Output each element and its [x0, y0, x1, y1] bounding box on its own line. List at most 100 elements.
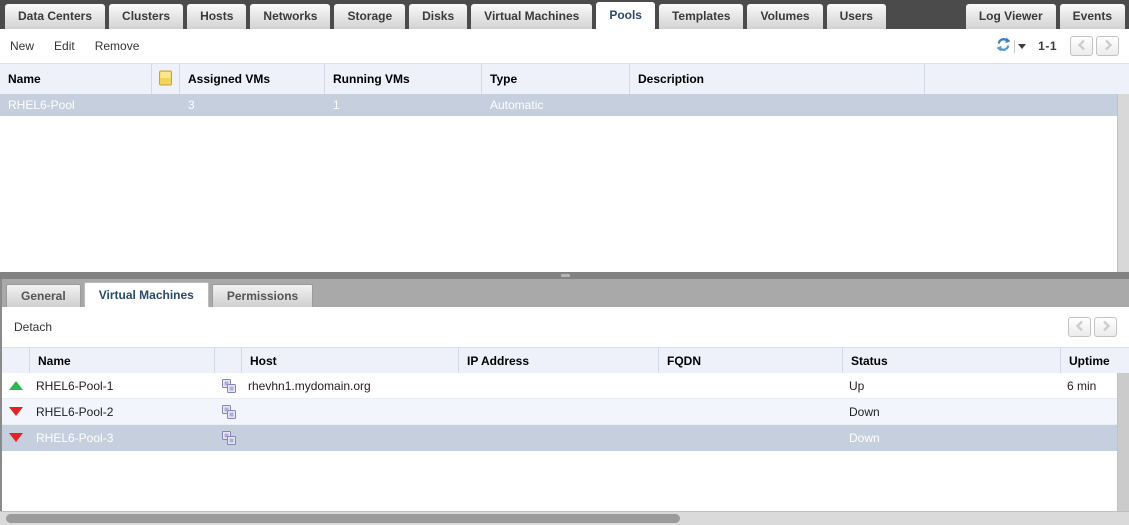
pool-name: RHEL6-Pool: [8, 98, 75, 112]
tab-networks[interactable]: Networks: [250, 4, 331, 29]
chevron-right-icon: [1101, 320, 1111, 335]
chevron-right-icon: [1103, 39, 1113, 54]
vm-fqdn: [659, 373, 843, 398]
main-tab-bar: Data Centers Clusters Hosts Networks Sto…: [0, 0, 1129, 29]
caret-down-icon[interactable]: [1018, 43, 1027, 49]
detail-tab-bar: General Virtual Machines Permissions: [2, 279, 1129, 307]
vm-name: RHEL6-Pool-1: [36, 378, 114, 393]
tab-volumes[interactable]: Volumes: [747, 4, 823, 29]
vm-host: [242, 399, 459, 424]
detach-button[interactable]: Detach: [14, 320, 52, 334]
pools-vertical-scrollbar[interactable]: [1117, 94, 1129, 272]
horizontal-scrollbar-thumb[interactable]: [6, 514, 680, 523]
column-header-host: Host: [242, 348, 459, 373]
detail-tab-general[interactable]: General: [6, 284, 81, 307]
tab-hosts[interactable]: Hosts: [187, 4, 247, 29]
horizontal-scrollbar[interactable]: [0, 511, 1129, 525]
pool-row-filler: [925, 94, 1117, 116]
column-header-fqdn: FQDN: [659, 348, 843, 373]
remove-button[interactable]: Remove: [95, 39, 140, 53]
tab-virtual-machines[interactable]: Virtual Machines: [471, 4, 593, 29]
vms-table-header: Name Host IP Address FQDN Status Uptime: [2, 347, 1129, 373]
tab-templates[interactable]: Templates: [658, 4, 744, 29]
tab-users[interactable]: Users: [826, 4, 886, 29]
column-header-uptime: Uptime: [1069, 353, 1110, 368]
tab-log-viewer[interactable]: Log Viewer: [965, 4, 1056, 29]
pool-note-cell: [152, 94, 180, 116]
column-header-status: Status: [843, 348, 1061, 373]
vm-fqdn: [659, 399, 843, 424]
prev-page-button[interactable]: [1070, 36, 1093, 56]
pool-assigned-vms: 3: [188, 98, 195, 112]
detail-tab-virtual-machines[interactable]: Virtual Machines: [83, 282, 209, 307]
pane-splitter[interactable]: [0, 272, 1129, 279]
tab-pools[interactable]: Pools: [596, 2, 655, 29]
pools-toolbar: New Edit Remove 1-1: [0, 29, 1129, 63]
tab-data-centers[interactable]: Data Centers: [5, 4, 106, 29]
refresh-divider: [1014, 39, 1016, 53]
new-button[interactable]: New: [10, 39, 34, 53]
pool-row-rhel6-pool[interactable]: RHEL6-Pool 3 1 Automatic: [0, 94, 1117, 116]
vm-ip: [459, 425, 659, 450]
column-header-filler: [925, 64, 1129, 94]
vm-host: [242, 425, 459, 450]
tab-storage[interactable]: Storage: [334, 4, 406, 29]
pool-running-vms: 1: [333, 98, 340, 112]
pool-type: Automatic: [490, 98, 544, 112]
detail-tab-permissions[interactable]: Permissions: [211, 284, 314, 307]
column-header-note: [152, 64, 180, 94]
vm-fqdn: [659, 425, 843, 450]
next-page-button[interactable]: [1096, 36, 1119, 56]
vm-row-rhel6-pool-1[interactable]: RHEL6-Pool-1 rhevhn1.mydomain.org Up 6 m…: [2, 373, 1117, 399]
vms-table-body: RHEL6-Pool-1 rhevhn1.mydomain.org Up 6 m…: [2, 373, 1129, 511]
column-header-description: Description: [630, 64, 925, 94]
tab-events[interactable]: Events: [1059, 4, 1125, 29]
refresh-icon: [996, 37, 1011, 55]
tab-clusters[interactable]: Clusters: [109, 4, 184, 29]
vm-row-rhel6-pool-3[interactable]: RHEL6-Pool-3 Down: [2, 425, 1117, 451]
vm-uptime: 6 min: [1067, 378, 1097, 393]
refresh-button[interactable]: [996, 37, 1027, 55]
detail-prev-page-button[interactable]: [1068, 317, 1091, 337]
vm-status: Down: [849, 404, 880, 419]
edit-button[interactable]: Edit: [54, 39, 75, 53]
vms-vertical-scrollbar[interactable]: [1117, 373, 1129, 511]
vm-ip: [459, 373, 659, 398]
detail-pane: General Virtual Machines Permissions Det…: [0, 279, 1129, 511]
note-icon: [159, 70, 172, 89]
column-header-vm-name: Name: [30, 348, 215, 373]
column-header-ip-address: IP Address: [459, 348, 659, 373]
column-header-vm-status-icon: [2, 348, 30, 373]
pools-table-body: RHEL6-Pool 3 1 Automatic: [0, 94, 1129, 272]
vm-desktop-icon: [215, 373, 242, 398]
vm-ip: [459, 399, 659, 424]
chevron-left-icon: [1075, 320, 1085, 335]
pool-description: [630, 94, 925, 116]
column-header-type: Type: [482, 64, 630, 94]
page-range-label: 1-1: [1038, 39, 1057, 53]
column-header-assigned-vms: Assigned VMs: [180, 64, 325, 94]
vm-desktop-icon: [215, 425, 242, 450]
detail-pagination: [1065, 317, 1117, 337]
vm-status-cell: [2, 399, 30, 424]
chevron-left-icon: [1077, 39, 1087, 54]
pools-rows: RHEL6-Pool 3 1 Automatic: [0, 94, 1117, 272]
vm-uptime: [1061, 399, 1117, 424]
column-header-running-vms: Running VMs: [325, 64, 482, 94]
detail-next-page-button[interactable]: [1094, 317, 1117, 337]
vm-status: Up: [849, 378, 865, 393]
vm-host: rhevhn1.mydomain.org: [248, 378, 371, 393]
vm-rows: RHEL6-Pool-1 rhevhn1.mydomain.org Up 6 m…: [2, 373, 1117, 511]
vm-desktop-icon: [215, 399, 242, 424]
tab-disks[interactable]: Disks: [409, 4, 468, 29]
vm-row-rhel6-pool-2[interactable]: RHEL6-Pool-2 Down: [2, 399, 1117, 425]
pools-table-header: Name Assigned VMs Running VMs Type Descr…: [0, 63, 1129, 94]
vm-status: Down: [849, 430, 880, 445]
status-down-icon: [9, 407, 23, 416]
vm-name: RHEL6-Pool-2: [36, 404, 114, 419]
vm-uptime: [1061, 425, 1117, 450]
splitter-handle-icon: [561, 274, 570, 277]
detail-toolbar: Detach: [2, 307, 1129, 347]
vm-status-cell: [2, 425, 30, 450]
status-up-icon: [9, 381, 23, 390]
